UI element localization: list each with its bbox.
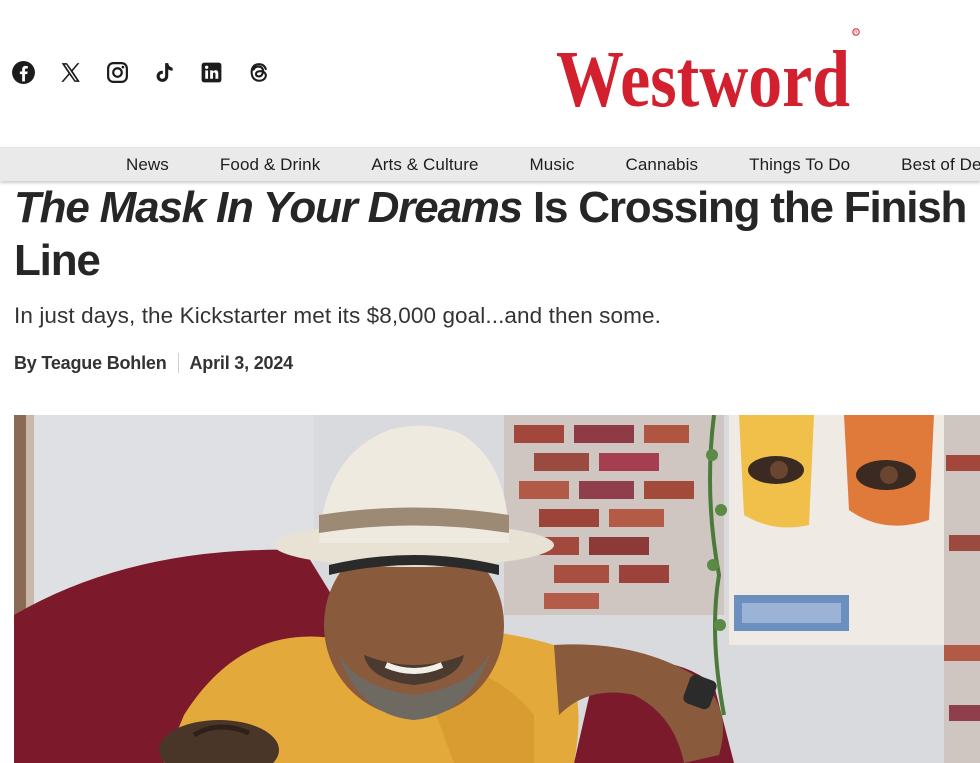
headline-italic-title: The Mask In Your Dreams — [14, 183, 523, 232]
byline-divider — [177, 353, 179, 373]
tiktok-icon[interactable] — [152, 60, 177, 85]
nav-item-music[interactable]: Music — [530, 155, 575, 175]
nav-item-cannabis[interactable]: Cannabis — [625, 155, 698, 175]
nav-item-arts-culture[interactable]: Arts & Culture — [371, 155, 478, 175]
byline: By Teague Bohlen April 3, 2024 — [14, 351, 293, 375]
x-icon[interactable] — [58, 60, 83, 85]
westword-logo[interactable]: Westword R — [556, 18, 861, 124]
article-dek: In just days, the Kickstarter met its $8… — [14, 303, 661, 328]
nav-item-best-of[interactable]: Best of Denver — [901, 155, 980, 175]
publish-date: April 3, 2024 — [189, 352, 294, 373]
nav-item-things-to-do[interactable]: Things To Do — [749, 155, 850, 175]
nav-items: News Food & Drink Arts & Culture Music C… — [126, 148, 980, 181]
facebook-icon[interactable] — [11, 60, 36, 85]
nav-item-food-drink[interactable]: Food & Drink — [220, 155, 320, 175]
social-links — [11, 60, 271, 85]
svg-text:R: R — [854, 30, 858, 35]
article-headline: The Mask In Your Dreams Is Crossing the … — [14, 181, 974, 287]
hero-image[interactable] — [14, 415, 980, 763]
main-nav: News Food & Drink Arts & Culture Music C… — [0, 147, 980, 181]
byline-author[interactable]: By Teague Bohlen — [14, 353, 167, 374]
instagram-icon[interactable] — [105, 60, 130, 85]
logo-text: Westword — [556, 36, 850, 114]
brick-wall — [504, 415, 724, 615]
threads-icon[interactable] — [246, 60, 271, 85]
nav-item-news[interactable]: News — [126, 155, 169, 175]
linkedin-icon[interactable] — [199, 60, 224, 85]
poster-art — [729, 415, 944, 645]
